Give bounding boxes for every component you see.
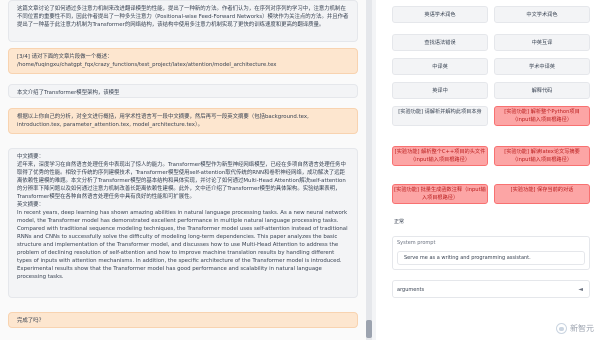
watermark: 新智元 (556, 323, 594, 334)
button-label: [实验功能] 请解析并解构此项目本身 (398, 109, 482, 115)
arguments-accordion[interactable]: arguments ◄ (392, 280, 590, 298)
chat-message-bot: 中文摘要： 近年来，深度学习在自然语言处理任务中表现出了惊人的能力。Transf… (8, 148, 358, 298)
system-prompt-input[interactable]: Serve me as a writing and programming as… (397, 251, 585, 265)
academic-cn-to-en-button[interactable]: 学术中译英 (494, 58, 590, 75)
chat-message-text: 中文摘要： 近年来，深度学习在自然语言处理任务中表现出了惊人的能力。Transf… (17, 154, 348, 280)
button-label: 查找语法错误 (424, 40, 456, 46)
chat-scrollbar-thumb[interactable] (366, 320, 372, 338)
button-label: [实验功能] 解读latex论文写摘要（input输入项目根路径） (504, 149, 580, 163)
analyze-python-project-button[interactable]: [实验功能] 解析整个Python项目（input输入项目根路径） (494, 106, 590, 126)
button-label: [实验功能] 解析整个C++项目的头文件（input输入项目根路径） (394, 149, 486, 163)
chinese-polish-button[interactable]: 中文学术润色 (494, 6, 590, 23)
chat-scrollbar-track[interactable] (366, 0, 372, 340)
explain-code-button[interactable]: 解释代码 (494, 82, 590, 99)
button-label: 中译英 (432, 64, 448, 70)
button-label: 中文学术润色 (526, 12, 558, 18)
chat-panel: 这篇文章讨论了如何通过多注意力机制来改进翻译模型的性能，提出了一种新的方法。作者… (0, 0, 368, 340)
latex-abstract-button[interactable]: [实验功能] 解读latex论文写摘要（input输入项目根路径） (494, 146, 590, 166)
button-label: 英译中 (432, 88, 448, 94)
chat-message-user: [3/4] 请对下面的文章片段做一个概述： /home/fuqingxu/cha… (8, 48, 358, 74)
button-label: 解释代码 (531, 88, 553, 94)
chevron-left-icon[interactable]: ◄ (578, 286, 583, 293)
chat-message-text: [3/4] 请对下面的文章片段做一个概述： /home/fuqingxu/cha… (17, 54, 277, 68)
button-label: [实验功能] 批量生成函数注释（input输入项目根路径） (394, 187, 486, 201)
system-prompt-container: System prompt Serve me as a writing and … (392, 236, 590, 270)
chat-message-text: 这篇文章讨论了如何通过多注意力机制来改进翻译模型的性能，提出了一种新的方法。作者… (17, 6, 349, 28)
watermark-text: 新智元 (570, 324, 594, 333)
button-label: [实验功能] 保存当前的对话 (510, 187, 574, 193)
button-label: [实验功能] 解析整个Python项目（input输入项目根路径） (504, 109, 580, 123)
app-root: 这篇文章讨论了如何通过多注意力机制来改进翻译模型的性能，提出了一种新的方法。作者… (0, 0, 600, 340)
control-panel: 英语学术润色 中文学术润色 查找语法错误 中英互译 中译英 学术中译英 英译中 … (376, 0, 600, 340)
chat-logo-icon (556, 323, 567, 334)
status-label: 正常 (394, 219, 405, 225)
arguments-label: arguments (397, 287, 425, 293)
analyze-cpp-headers-button[interactable]: [实验功能] 解析整个C++项目的头文件（input输入项目根路径） (392, 146, 488, 166)
english-polish-button[interactable]: 英语学术润色 (392, 6, 488, 23)
analyze-self-project-button[interactable]: [实验功能] 请解析并解构此项目本身 (392, 106, 488, 126)
chat-message-bot: 这篇文章讨论了如何通过多注意力机制来改进翻译模型的性能，提出了一种新的方法。作者… (8, 0, 358, 42)
button-label: 中英互译 (531, 40, 553, 46)
button-label: 学术中译英 (529, 64, 555, 70)
save-dialog-button[interactable]: [实验功能] 保存当前的对话 (494, 184, 590, 204)
chat-message-text: 根据以上你自己的分析，对全文进行概括，用学术性语言写一段中文摘要，然后再写一段英… (17, 114, 311, 128)
en-to-cn-button[interactable]: 英译中 (392, 82, 488, 99)
chat-message-user: 根据以上你自己的分析，对全文进行概括，用学术性语言写一段中文摘要，然后再写一段英… (8, 108, 358, 134)
button-label: 英语学术润色 (424, 12, 456, 18)
chat-message-user: 完成了吗？ (8, 312, 358, 328)
system-prompt-label: System prompt (397, 240, 436, 246)
cn-to-en-button[interactable]: 中译英 (392, 58, 488, 75)
grammar-check-button[interactable]: 查找语法错误 (392, 34, 488, 51)
chat-message-bot: 本文介绍了Transformer模型架构，该模型 (8, 84, 358, 98)
cn-en-translate-button[interactable]: 中英互译 (494, 34, 590, 51)
chat-message-text: 完成了吗？ (17, 318, 44, 324)
chat-message-text: 本文介绍了Transformer模型架构，该模型 (17, 90, 120, 96)
batch-comments-button[interactable]: [实验功能] 批量生成函数注释（input输入项目根路径） (392, 184, 488, 204)
